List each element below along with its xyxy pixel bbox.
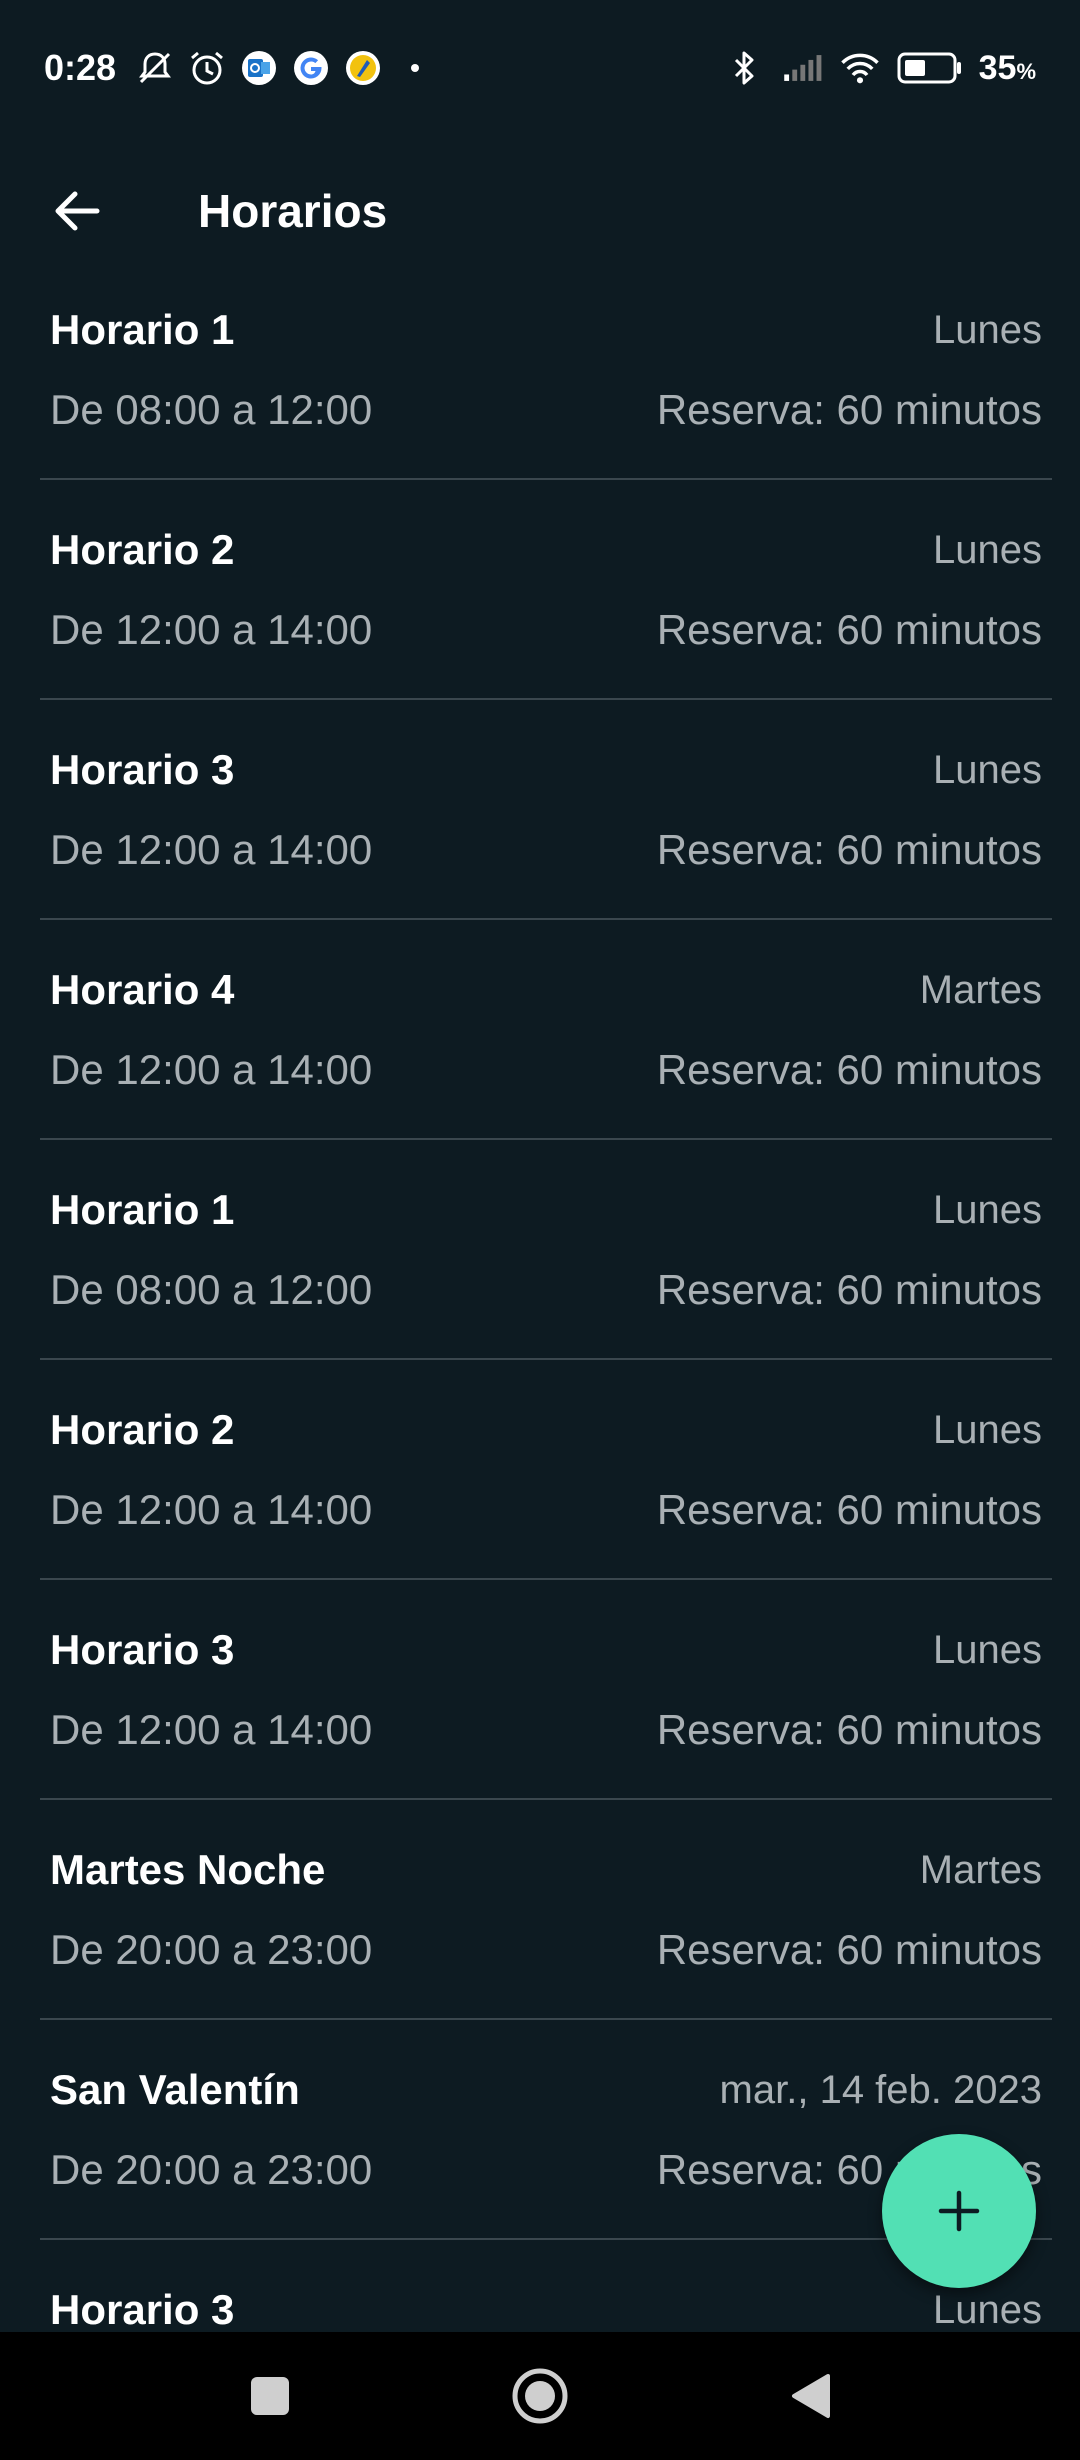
status-time: 0:28 [44, 47, 117, 88]
schedule-day: Lunes [933, 1407, 1042, 1452]
back-button[interactable] [32, 166, 122, 256]
schedule-name: Horario 3 [50, 1626, 235, 1673]
schedule-day: Lunes [933, 1627, 1042, 1672]
list-item[interactable]: Horario 3 Lunes De 12:00 a 14:00 Reserva: … [40, 1580, 1052, 1800]
schedule-time: De 12:00 a 14:00 [50, 1486, 373, 1533]
list-item[interactable]: Horario 1 Lunes De 08:00 a 12:00 Reserva: … [40, 1140, 1052, 1360]
battery-level: 35% [978, 48, 1036, 87]
alarm-icon [186, 47, 228, 89]
list-item[interactable]: Horario 4 Martes De 12:00 a 14:00 Reserva:… [40, 920, 1052, 1140]
schedule-name: Horario 2 [50, 1406, 235, 1453]
schedule-day: Lunes [933, 527, 1042, 572]
list-item[interactable]: Martes Noche Martes De 20:00 a 23:00 Reser… [40, 1800, 1052, 2020]
list-item[interactable]: Horario 1 Lunes De 08:00 a 12:00 Reserva: … [40, 260, 1052, 480]
schedule-time: De 12:00 a 14:00 [50, 1706, 373, 1753]
schedule-name: Horario 3 [50, 746, 235, 793]
schedule-day: mar., 14 feb. 2023 [719, 2067, 1042, 2112]
schedule-time: De 20:00 a 23:00 [50, 1926, 373, 1973]
app-icon [342, 47, 384, 89]
list-item[interactable]: Horario 2 Lunes De 12:00 a 14:00 Reserva: … [40, 1360, 1052, 1580]
schedule-time: De 12:00 a 14:00 [50, 606, 373, 653]
schedule-day: Lunes [933, 1187, 1042, 1232]
schedule-name: Horario 1 [50, 306, 235, 353]
schedule-time: De 12:00 a 14:00 [50, 826, 373, 873]
schedule-day: Lunes [933, 2287, 1042, 2332]
dot-icon [394, 47, 436, 89]
schedule-name: Horario 2 [50, 526, 235, 573]
schedule-name: Horario 3 [50, 2286, 235, 2332]
battery-icon [897, 47, 963, 89]
status-bar: 0:28 35% [0, 0, 1080, 136]
schedule-reserve: Reserva: 60 minutos [656, 386, 1042, 433]
nav-back-button[interactable] [770, 2356, 850, 2436]
add-schedule-button[interactable] [882, 2134, 1036, 2288]
home-circle-icon [512, 2368, 568, 2424]
bluetooth-icon [723, 47, 765, 89]
schedule-time: De 12:00 a 14:00 [50, 1046, 373, 1093]
schedule-name: San Valentín [50, 2066, 300, 2113]
schedule-reserve: Reserva: 60 minutos [656, 606, 1042, 653]
status-right: 35% [723, 47, 1036, 89]
wifi-icon [839, 47, 881, 89]
navigation-bar [0, 2332, 1080, 2460]
status-left: 0:28 [44, 47, 436, 89]
google-icon [290, 47, 332, 89]
schedule-name: Martes Noche [50, 1846, 326, 1893]
schedule-name: Horario 1 [50, 1186, 235, 1233]
schedule-reserve: Reserva: 60 minutos [656, 1266, 1042, 1313]
arrow-left-icon [55, 191, 100, 231]
mute-icon [134, 47, 176, 89]
schedule-day: Lunes [933, 747, 1042, 792]
recents-button[interactable] [230, 2356, 310, 2436]
schedule-reserve: Reserva: 60 minutos [656, 1926, 1042, 1973]
schedule-time: De 20:00 a 23:00 [50, 2146, 373, 2193]
schedule-time: De 08:00 a 12:00 [50, 386, 373, 433]
schedule-reserve: Reserva: 60 minutos [656, 826, 1042, 873]
screen: 0:28 35% Horarios Horario 1 Lunes De 08:… [0, 0, 1080, 2460]
signal-icon [781, 47, 823, 89]
schedule-reserve: Reserva: 60 minutos [656, 1706, 1042, 1753]
page-title: Horarios [198, 185, 388, 237]
schedule-reserve: Reserva: 60 minutos [656, 1486, 1042, 1533]
schedule-time: De 08:00 a 12:00 [50, 1266, 373, 1313]
plus-icon [938, 2190, 980, 2232]
outlook-icon [238, 47, 280, 89]
schedule-list[interactable]: Horario 1 Lunes De 08:00 a 12:00 Reserva: … [40, 260, 1052, 2332]
list-item[interactable]: Horario 3 Lunes De 12:00 a 14:00 Reserva: … [40, 700, 1052, 920]
triangle-back-icon [792, 2374, 830, 2418]
square-icon [251, 2377, 289, 2415]
schedule-day: Martes [919, 1847, 1042, 1892]
home-button[interactable] [500, 2356, 580, 2436]
schedule-day: Martes [919, 967, 1042, 1012]
schedule-day: Lunes [933, 307, 1042, 352]
schedule-reserve: Reserva: 60 minutos [656, 1046, 1042, 1093]
list-item[interactable]: Horario 2 Lunes De 12:00 a 14:00 Reserva: … [40, 480, 1052, 700]
schedule-name: Horario 4 [50, 966, 235, 1013]
